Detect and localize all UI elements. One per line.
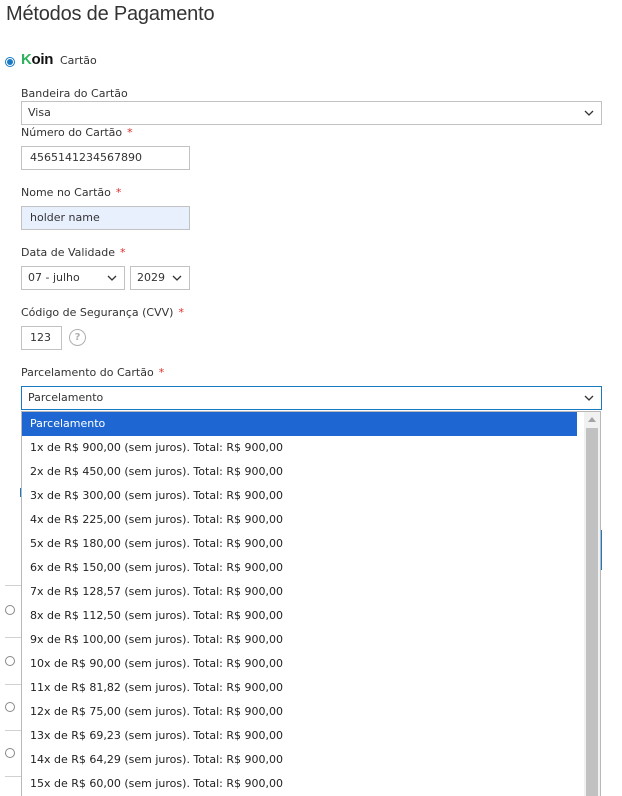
dropdown-option[interactable]: 5x de R$ 180,00 (sem juros). Total: R$ 9…	[22, 532, 577, 556]
expiry-year-select[interactable]: 2029	[130, 266, 190, 290]
cvv-label: Código de Segurança (CVV) *	[21, 306, 184, 319]
chevron-down-icon	[584, 395, 594, 401]
dropdown-option[interactable]: 13x de R$ 69,23 (sem juros). Total: R$ 9…	[22, 724, 577, 748]
dropdown-option[interactable]: Parcelamento	[22, 412, 577, 436]
koin-logo: Koin	[21, 51, 54, 68]
dropdown-option[interactable]: 9x de R$ 100,00 (sem juros). Total: R$ 9…	[22, 628, 577, 652]
scrollbar-thumb[interactable]	[586, 428, 598, 796]
installments-label: Parcelamento do Cartão *	[21, 366, 164, 379]
payment-method-radio[interactable]	[5, 605, 15, 615]
payment-method-radio[interactable]	[5, 656, 15, 666]
installments-dropdown-list[interactable]: Parcelamento 1x de R$ 900,00 (sem juros).…	[21, 411, 601, 796]
card-number-label: Número do Cartão *	[21, 126, 133, 139]
chevron-down-icon	[107, 275, 117, 281]
expiry-month-select[interactable]: 07 - julho	[21, 266, 125, 290]
payment-method-radio[interactable]	[5, 702, 15, 712]
chevron-down-icon	[172, 275, 182, 281]
divider	[5, 730, 21, 731]
installments-label-text: Parcelamento do Cartão	[21, 366, 154, 379]
card-name-label-text: Nome no Cartão	[21, 186, 111, 199]
card-number-input[interactable]: 4565141234567890	[21, 146, 190, 170]
divider	[5, 684, 21, 685]
card-brand-label: Bandeira do Cartão	[21, 87, 128, 100]
dropdown-option[interactable]: 3x de R$ 300,00 (sem juros). Total: R$ 9…	[22, 484, 577, 508]
installments-options: Parcelamento 1x de R$ 900,00 (sem juros).…	[22, 412, 600, 796]
divider	[5, 585, 21, 586]
required-marker: *	[115, 186, 122, 199]
payment-method-radio[interactable]	[5, 748, 15, 758]
payment-method-radio-koin[interactable]	[5, 57, 15, 67]
card-name-input[interactable]: holder name	[21, 206, 190, 230]
dropdown-option[interactable]: 15x de R$ 60,00 (sem juros). Total: R$ 9…	[22, 772, 577, 796]
expiry-label: Data de Validade *	[21, 246, 126, 259]
cvv-label-text: Código de Segurança (CVV)	[21, 306, 174, 319]
page-title: Métodos de Pagamento	[6, 3, 215, 25]
cvv-input[interactable]: 123	[21, 326, 62, 350]
required-marker: *	[158, 366, 165, 379]
dropdown-option[interactable]: 2x de R$ 450,00 (sem juros). Total: R$ 9…	[22, 460, 577, 484]
divider	[5, 637, 21, 638]
dropdown-option[interactable]: 7x de R$ 128,57 (sem juros). Total: R$ 9…	[22, 580, 577, 604]
help-icon[interactable]: ?	[69, 329, 86, 346]
chevron-down-icon	[584, 110, 594, 116]
dropdown-option[interactable]: 6x de R$ 150,00 (sem juros). Total: R$ 9…	[22, 556, 577, 580]
dropdown-option[interactable]: 1x de R$ 900,00 (sem juros). Total: R$ 9…	[22, 436, 577, 460]
dropdown-option[interactable]: 11x de R$ 81,82 (sem juros). Total: R$ 9…	[22, 676, 577, 700]
expiry-label-text: Data de Validade	[21, 246, 116, 259]
dropdown-option[interactable]: 8x de R$ 112,50 (sem juros). Total: R$ 9…	[22, 604, 577, 628]
card-brand-select[interactable]: Visa	[21, 101, 602, 125]
required-marker: *	[120, 246, 126, 259]
required-marker: *	[127, 126, 133, 139]
required-marker: *	[178, 306, 184, 319]
installments-value: Parcelamento	[28, 391, 104, 404]
dropdown-scrollbar[interactable]	[584, 412, 600, 796]
expiry-month-value: 07 - julho	[28, 271, 80, 284]
card-name-label: Nome no Cartão *	[21, 186, 121, 199]
installments-select[interactable]: Parcelamento	[21, 386, 602, 410]
card-number-label-text: Número do Cartão	[21, 126, 123, 139]
scroll-up-arrow-icon[interactable]	[588, 417, 596, 422]
dropdown-option[interactable]: 12x de R$ 75,00 (sem juros). Total: R$ 9…	[22, 700, 577, 724]
card-brand-label-text: Bandeira do Cartão	[21, 87, 128, 100]
divider	[5, 776, 21, 777]
dropdown-option[interactable]: 10x de R$ 90,00 (sem juros). Total: R$ 9…	[22, 652, 577, 676]
payment-method-label: Cartão	[60, 54, 97, 67]
dropdown-option[interactable]: 4x de R$ 225,00 (sem juros). Total: R$ 9…	[22, 508, 577, 532]
dropdown-option[interactable]: 14x de R$ 64,29 (sem juros). Total: R$ 9…	[22, 748, 577, 772]
card-brand-value: Visa	[28, 106, 51, 119]
expiry-year-value: 2029	[137, 271, 165, 284]
